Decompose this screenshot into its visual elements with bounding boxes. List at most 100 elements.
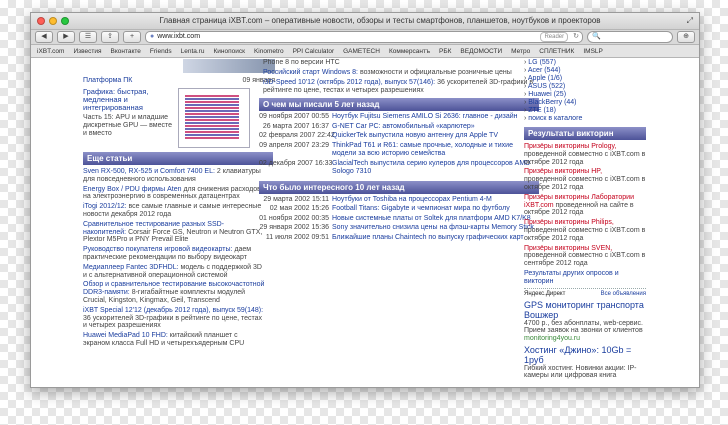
- news-title[interactable]: GlacialTech выпустила серию кулеров для …: [332, 160, 539, 177]
- news-date: 01 ноября 2002 00:35: [259, 214, 329, 222]
- forward-button[interactable]: ▶: [57, 31, 75, 43]
- bookmark-item[interactable]: СПЛЕТНИК: [539, 48, 574, 55]
- downloads-icon[interactable]: ⊕: [677, 31, 695, 43]
- bookmark-item[interactable]: Известия: [73, 48, 101, 55]
- dated-news-row: 02 февраля 2007 22:42 QuickerTek выпустил…: [259, 132, 539, 141]
- window-controls: [37, 17, 69, 25]
- search-input[interactable]: 🔍: [587, 31, 673, 43]
- quiz-desc: проведенной совместно с iXBT.com в октяб…: [524, 226, 646, 242]
- article-title[interactable]: Energy Box / PDU фирмы Aten: [83, 186, 182, 193]
- bookmark-item[interactable]: Lenta.ru: [181, 48, 205, 55]
- manufacturer-link[interactable]: Huawei (25): [528, 91, 566, 98]
- ad-title[interactable]: Хостинг «Джино»: 10Gb = 1руб: [524, 345, 646, 365]
- bookmark-item[interactable]: Кинопоиск: [213, 48, 244, 55]
- platform-article-title[interactable]: Графика: быстрая, медленная и интегриров…: [83, 88, 175, 112]
- address-bar[interactable]: ● www.ixbt.com Reader ↻: [145, 31, 583, 43]
- catalog-search-link[interactable]: поиск в каталоге: [528, 115, 582, 122]
- manufacturer-link[interactable]: ASUS (522): [528, 83, 565, 90]
- banner-image: [83, 59, 275, 73]
- article-title[interactable]: Sven RX-500, RX-525 и Comfort 7400 EL:: [83, 168, 215, 175]
- article-item: Обзор и сравнительное тестирование высок…: [83, 281, 265, 304]
- article-item: Huawei MediaPad 10 FHD: китайский планше…: [83, 332, 265, 348]
- manufacturer-link[interactable]: BlackBerry (44): [528, 99, 576, 106]
- close-button[interactable]: [37, 17, 45, 25]
- reload-icon[interactable]: ↻: [573, 32, 582, 42]
- quiz-name[interactable]: Призёры викторины Prology,: [524, 143, 616, 150]
- quiz-desc: проведенной совместно с iXBT.com в сентя…: [524, 252, 646, 268]
- news-date: 02 мая 2002 15:26: [269, 205, 329, 212]
- other-articles-header: Еще статьи: [83, 152, 273, 165]
- quiz-name[interactable]: Призёры викторины SVEN,: [524, 245, 612, 252]
- article-item: iXBT Special 12'12 (декабрь 2012 года), …: [83, 307, 265, 330]
- share-icon[interactable]: ⇪: [101, 31, 119, 43]
- article-item: Sven RX-500, RX-525 и Comfort 7400 EL: 2…: [83, 168, 265, 184]
- back-button[interactable]: ◀: [35, 31, 53, 43]
- bookmark-item[interactable]: РБК: [439, 48, 451, 55]
- bookmark-item[interactable]: GAMETECH: [343, 48, 380, 55]
- quiz-desc: проведенной совместно с iXBT.com в октяб…: [524, 150, 646, 166]
- fullscreen-icon[interactable]: ⤢: [687, 16, 693, 26]
- article-thumbnail[interactable]: [178, 88, 250, 148]
- globe-icon: ●: [150, 33, 155, 40]
- more-results-link[interactable]: Результаты других опросов и викторин: [524, 270, 619, 285]
- manufacturer-link-row: › LG (557): [524, 59, 556, 66]
- manufacturer-link[interactable]: ZTE (18): [528, 107, 556, 114]
- bookmark-item[interactable]: Метро: [511, 48, 530, 55]
- manufacturer-link-row: › Huawei (25): [524, 91, 567, 98]
- bookmark-item[interactable]: Friends: [150, 48, 172, 55]
- sidebar-icon[interactable]: ☰: [79, 31, 97, 43]
- ad-block: GPS мониторинг транспорта Вошжер 4700 р.,…: [524, 300, 646, 380]
- article-title[interactable]: Huawei MediaPad 10 FHD:: [83, 332, 168, 339]
- manufacturer-link-row: › ASUS (522): [524, 83, 566, 90]
- url-text[interactable]: www.ixbt.com: [157, 32, 537, 42]
- news-title[interactable]: Ближайшие планы Chaintech по выпуску гра…: [332, 234, 524, 243]
- bookmark-item[interactable]: iXBT.com: [37, 48, 64, 55]
- news-title[interactable]: Football Titans: Gigabyte и чемпионат ми…: [332, 205, 510, 214]
- right-column: › LG (557) › Acer (544) › Apple (1/6) › ASU…: [524, 59, 646, 380]
- ten-years-list: 29 марта 2002 15:11 Ноутбуки от Toshiba н…: [259, 196, 539, 243]
- article-title[interactable]: iTogi 2012/12:: [83, 203, 127, 210]
- bookmark-item[interactable]: Коммерсантъ: [389, 48, 430, 55]
- bookmark-item[interactable]: Kinometro: [254, 48, 284, 55]
- article-title[interactable]: iXBT Special 12'12 (декабрь 2012 года), …: [83, 307, 263, 314]
- ad-title[interactable]: GPS мониторинг транспорта Вошжер: [524, 300, 646, 320]
- article-title[interactable]: Медиаплеер Fantec 3DFHDL:: [83, 264, 179, 271]
- news-title[interactable]: G-NET Car PC: автомобильный «карлютер»: [332, 123, 475, 132]
- news-date: 11 июля 2002 09:51: [265, 233, 329, 241]
- news-title[interactable]: Sony значительно снизила цены на флэш-ка…: [332, 224, 534, 233]
- bookmark-item[interactable]: Вконтакте: [110, 48, 140, 55]
- quiz-name[interactable]: Призёры викторины HP,: [524, 168, 602, 175]
- ad-url[interactable]: monitoring4you.ru: [524, 335, 646, 342]
- top-news-title[interactable]: i3D-Speed 10'12 (октябрь 2012 года), вып…: [263, 79, 435, 86]
- top-news-desc: возможности и официальные розничные цены: [359, 69, 512, 76]
- platform-label[interactable]: Платформа ПК: [83, 77, 132, 84]
- news-date: 29 января 2002 15:36: [259, 224, 329, 231]
- manufacturer-links: › LG (557) › Acer (544) › Apple (1/6) › ASU…: [524, 59, 646, 115]
- ad-desc: 4700 р., без абонплаты, web-сервис. Прие…: [524, 319, 644, 335]
- zoom-button[interactable]: [61, 17, 69, 25]
- quiz-list: Призёры викторины Prology, проведенной с…: [524, 143, 646, 268]
- reader-button[interactable]: Reader: [540, 32, 569, 42]
- ad-label: Яндекс.Директ: [524, 290, 566, 297]
- news-title[interactable]: Ноутбук Fujitsu Siemens AMILO Si 2636: г…: [332, 113, 518, 122]
- news-title[interactable]: Новые системные платы от Soltek для плат…: [332, 215, 531, 224]
- manufacturer-link[interactable]: Apple (1/6): [528, 75, 562, 82]
- quiz-name[interactable]: Призёры викторины Philips,: [524, 219, 614, 226]
- bookmark-item[interactable]: PPI Calculator: [293, 48, 335, 55]
- article-title[interactable]: Руководство покупателя игровой видеокарт…: [83, 246, 232, 253]
- manufacturer-link[interactable]: Acer (544): [528, 67, 561, 74]
- bookmarks-bar: iXBT.com Известия Вконтакте Friends Lenta.ru…: [31, 45, 699, 58]
- add-tab-button[interactable]: +: [123, 31, 141, 43]
- article-desc: 36 ускорителей 3D-графики в рейтинге по …: [83, 314, 263, 330]
- dated-news-row: 09 ноября 2007 00:55 Ноутбук Fujitsu Siem…: [259, 113, 539, 122]
- minimize-button[interactable]: [49, 17, 57, 25]
- bookmark-item[interactable]: IMSLP: [583, 48, 603, 55]
- all-ads-link[interactable]: Все объявления: [601, 291, 646, 297]
- manufacturer-link[interactable]: LG (557): [528, 59, 556, 66]
- news-title[interactable]: Ноутбуки от Toshiba на процессорах Penti…: [332, 196, 492, 205]
- news-title[interactable]: QuickerTek выпустила новую антенну для A…: [332, 132, 498, 141]
- dated-news-row: 26 марта 2007 16:37 G-NET Car PC: автомоб…: [259, 123, 539, 132]
- top-news-title[interactable]: Российский старт Windows 8:: [263, 69, 358, 76]
- news-title[interactable]: ThinkPad T61 и R61: самые прочные, холод…: [332, 142, 539, 159]
- bookmark-item[interactable]: ВЕДОМОСТИ: [460, 48, 502, 55]
